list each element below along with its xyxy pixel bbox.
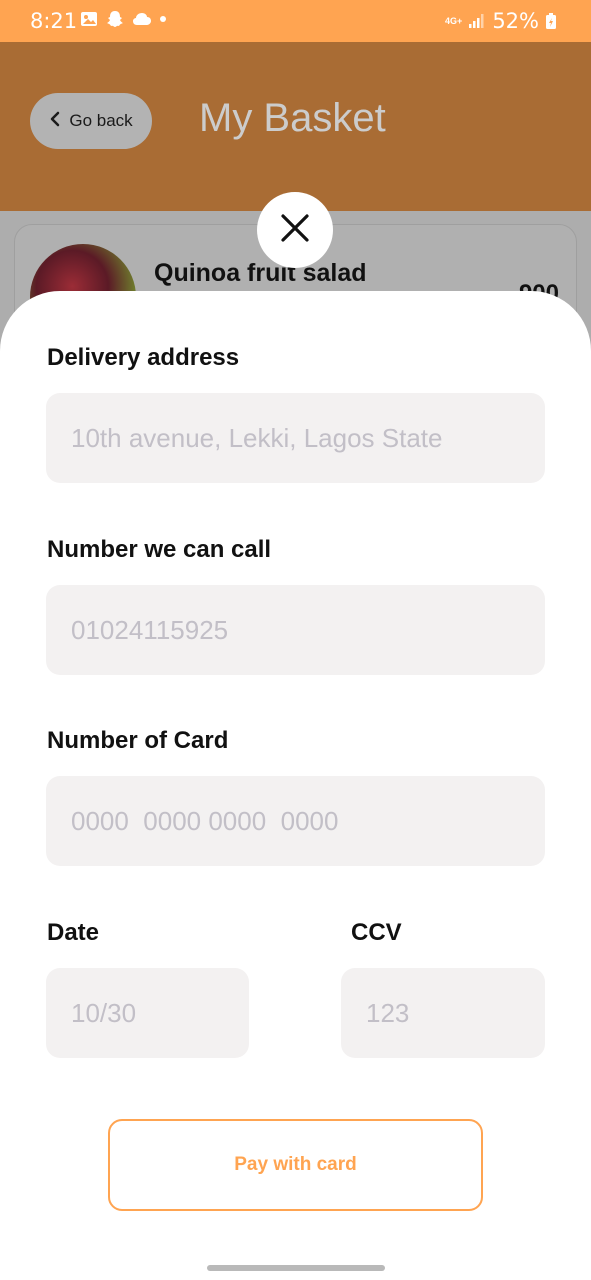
date-input[interactable] [46, 968, 249, 1058]
status-right: 4G+ 52% [445, 9, 563, 33]
pay-with-card-button[interactable]: Pay with card [108, 1119, 483, 1211]
status-time: 8:21 [30, 9, 78, 33]
image-icon [80, 10, 98, 28]
date-label: Date [47, 919, 100, 946]
signal-icon [468, 12, 486, 30]
close-sheet-button[interactable] [257, 192, 333, 268]
phone-label: Number we can call [47, 536, 272, 563]
ccv-label: CCV [351, 919, 402, 946]
dot-icon [158, 10, 176, 28]
battery-percent: 52% [492, 9, 539, 33]
item-name: Quinoa fruit salad [154, 259, 367, 287]
cloud-icon [132, 10, 151, 28]
card-number-input[interactable] [46, 776, 545, 866]
go-back-button[interactable]: Go back [30, 93, 152, 149]
status-bar: 8:21 4G+ 52% [0, 0, 591, 42]
ccv-input[interactable] [341, 968, 545, 1058]
delivery-address-input[interactable] [46, 393, 545, 483]
status-icons-left [80, 10, 176, 28]
card-number-label: Number of Card [47, 727, 229, 754]
delivery-address-label: Delivery address [47, 344, 240, 371]
go-back-label: Go back [69, 111, 133, 130]
page-title: My Basket [199, 96, 386, 140]
phone-input[interactable] [46, 585, 545, 675]
home-indicator[interactable] [207, 1265, 385, 1271]
chevron-left-icon [49, 111, 61, 132]
battery-icon [545, 12, 563, 30]
network-type: 4G+ [445, 15, 463, 26]
close-icon [280, 213, 310, 248]
snapchat-icon [106, 10, 124, 28]
